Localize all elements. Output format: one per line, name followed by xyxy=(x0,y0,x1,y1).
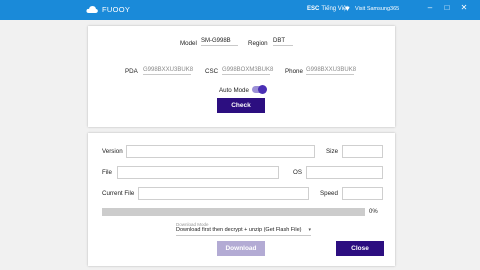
pda-label: PDA xyxy=(125,68,138,75)
model-field[interactable]: SM-G998B xyxy=(201,38,238,46)
phone-label: Phone xyxy=(285,68,303,75)
size-field[interactable] xyxy=(342,145,383,158)
minimize-button[interactable]: – xyxy=(424,3,436,12)
auto-mode-label: Auto Mode xyxy=(219,87,249,94)
csc-field[interactable]: G998BOXM3BUK8 xyxy=(222,67,273,75)
model-label: Model xyxy=(180,40,197,47)
title-bar: FUOOY ESC Tiếng Việt ♥ Visit Samsung365 –… xyxy=(0,0,480,20)
csc-label: CSC xyxy=(205,68,219,75)
check-button[interactable]: Check xyxy=(217,98,265,113)
download-mode-select[interactable]: Download first then decrypt + unzip (Get… xyxy=(176,227,311,236)
region-label: Region xyxy=(248,40,268,47)
close-window-button[interactable]: ✕ xyxy=(458,3,470,12)
heart-icon: ♥ xyxy=(345,4,350,13)
download-progress-bar xyxy=(102,208,365,216)
speed-label: Speed xyxy=(320,190,338,197)
cloud-download-icon xyxy=(86,6,98,13)
speed-field[interactable] xyxy=(342,187,383,200)
region-field[interactable]: DBT xyxy=(273,38,293,46)
language-selector[interactable]: ESC Tiếng Việt xyxy=(307,6,348,12)
dropdown-arrow-icon: ▾ xyxy=(308,227,311,233)
current-file-field[interactable] xyxy=(138,187,309,200)
maximize-button[interactable]: □ xyxy=(441,3,453,12)
file-field[interactable] xyxy=(117,166,279,179)
language-code: ESC xyxy=(307,6,320,12)
phone-field[interactable]: G998BXXU3BUK8 xyxy=(306,67,356,75)
size-label: Size xyxy=(326,148,339,155)
toggle-knob xyxy=(258,85,267,94)
visit-link[interactable]: Visit Samsung365 xyxy=(355,6,399,12)
version-field[interactable] xyxy=(126,145,315,158)
download-button[interactable]: Download xyxy=(217,241,265,256)
close-button[interactable]: Close xyxy=(336,241,384,256)
current-file-label: Current File xyxy=(102,190,135,197)
download-mode-value: Download first then decrypt + unzip (Get… xyxy=(176,227,302,233)
version-label: Version xyxy=(102,148,123,155)
auto-mode-toggle[interactable] xyxy=(252,85,267,94)
os-label: OS xyxy=(293,169,302,176)
os-field[interactable] xyxy=(306,166,383,179)
file-label: File xyxy=(102,169,112,176)
pda-field[interactable]: G998BXXU3BUK8 xyxy=(143,67,193,75)
app-title: FUOOY xyxy=(102,5,131,14)
progress-percent: 0% xyxy=(369,209,378,215)
